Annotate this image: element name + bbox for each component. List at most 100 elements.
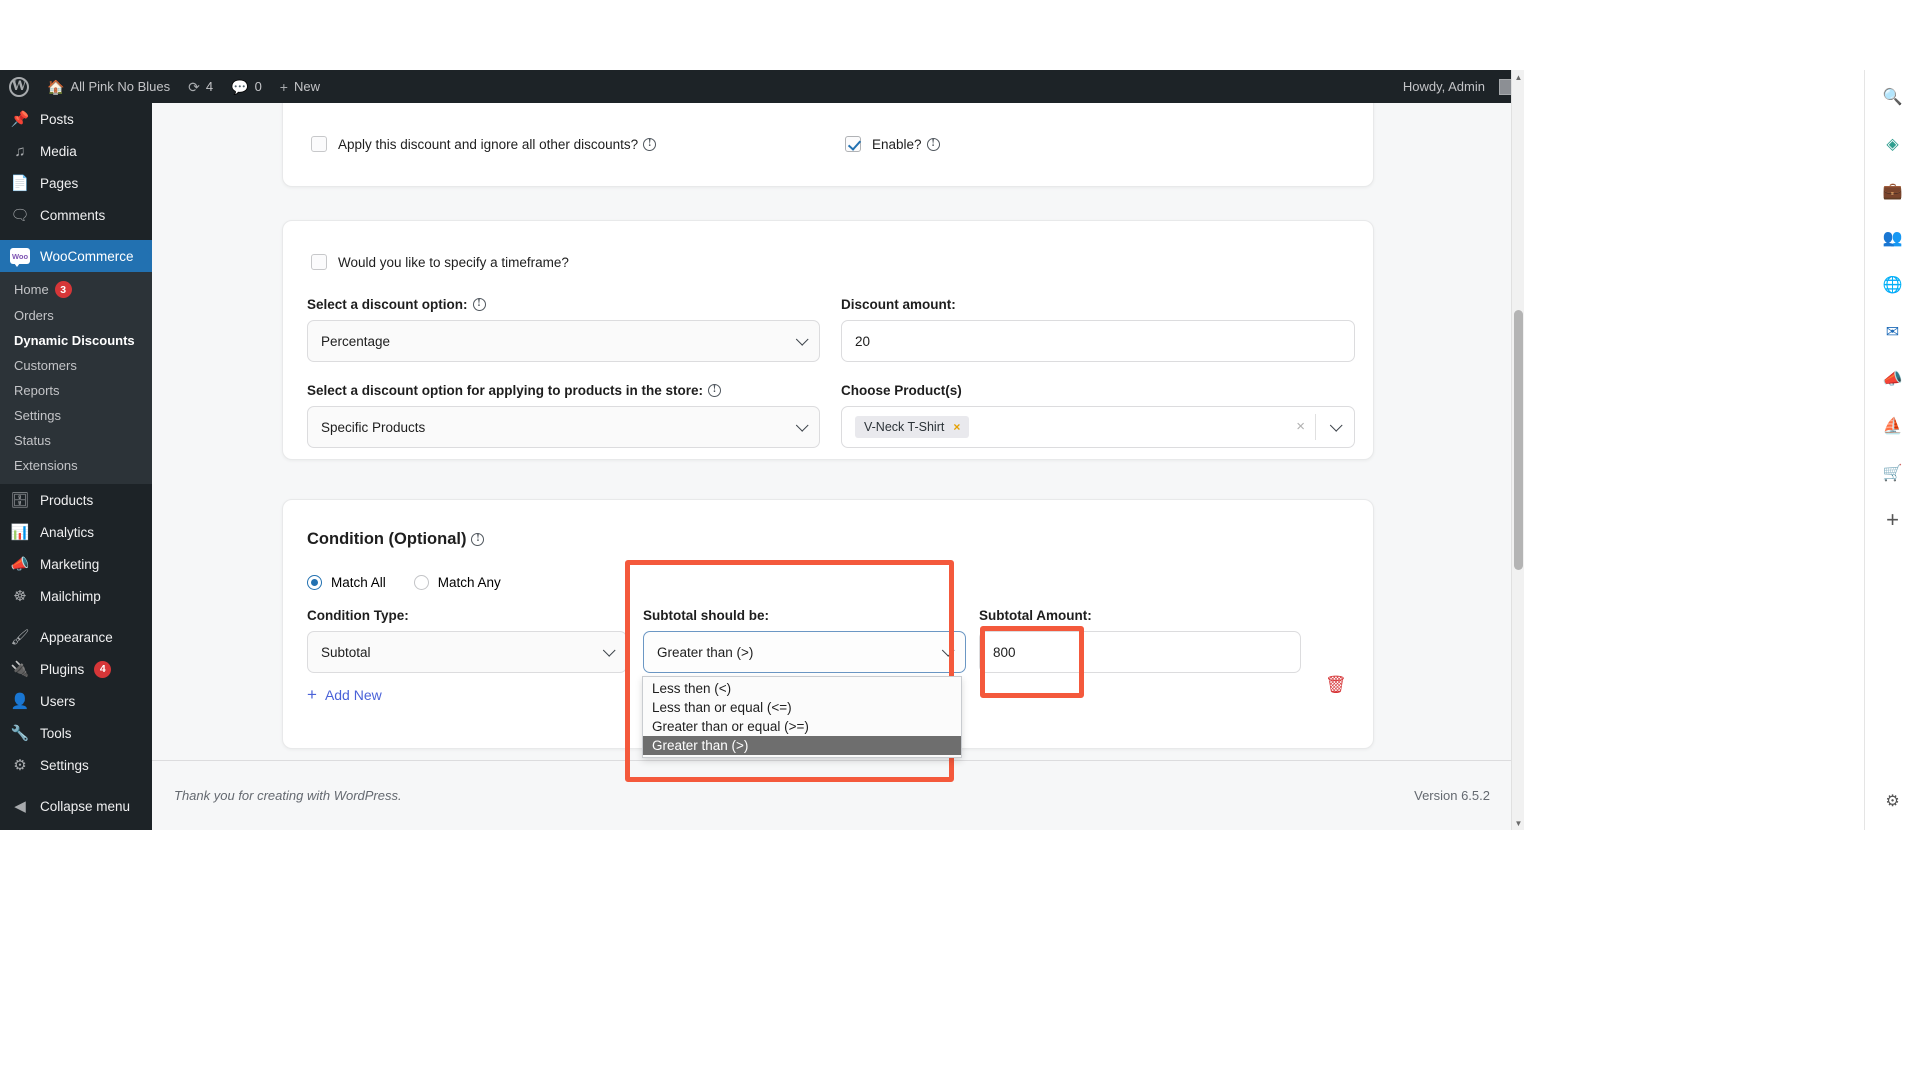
sidebar-item-products[interactable]: 🗄 Products — [0, 484, 152, 516]
scroll-up-arrow[interactable]: ▲ — [1512, 70, 1524, 84]
sidebar-item-settings[interactable]: ⚙ Settings — [0, 749, 152, 781]
timeframe-label: Would you like to specify a timeframe? — [338, 254, 569, 270]
card-discount-flags: Apply this discount and ignore all other… — [282, 103, 1374, 187]
page-scrollbar-thumb[interactable] — [1514, 310, 1523, 570]
sidebar-item-label: Users — [40, 693, 76, 709]
apply-to-select[interactable]: Specific Products — [307, 406, 820, 448]
search-icon[interactable]: 🔍 — [1878, 82, 1908, 112]
shopping-bag-icon[interactable]: 🛒 — [1878, 458, 1908, 488]
sidebar-collapse-menu[interactable]: ◀ Collapse menu — [0, 790, 152, 822]
delete-condition-icon[interactable]: 🗑 — [1325, 676, 1347, 693]
subtotal-operator-dropdown-list[interactable]: Less then (<) Less than or equal (<=) Gr… — [642, 676, 962, 758]
discount-amount-input[interactable]: 20 — [841, 320, 1355, 362]
analytics-icon: 📊 — [10, 524, 30, 541]
ignore-other-discounts-row[interactable]: Apply this discount and ignore all other… — [311, 136, 657, 152]
sidebar-item-analytics[interactable]: 📊 Analytics — [0, 516, 152, 548]
sidebar-item-pages[interactable]: 📄 Pages — [0, 167, 152, 199]
radio-match-any[interactable]: Match Any — [413, 575, 501, 590]
megaphone-icon[interactable]: 📣 — [1878, 364, 1908, 394]
sidebar-item-marketing[interactable]: 📣 Marketing — [0, 548, 152, 580]
wp-admin-bar: W 🏠 All Pink No Blues ⟳ 4 💬 0 + New Howd… — [0, 70, 1524, 103]
subtotal-operator-select[interactable]: Greater than (>) — [643, 631, 966, 673]
scroll-down-arrow[interactable]: ▼ — [1512, 816, 1524, 830]
dropdown-option[interactable]: Less than or equal (<=) — [643, 698, 961, 717]
chevron-down-icon — [604, 648, 613, 657]
dropdown-option[interactable]: Greater than or equal (>=) — [643, 717, 961, 736]
sidebar-subitem-extensions[interactable]: Extensions — [0, 453, 152, 478]
match-any-radio[interactable] — [413, 575, 429, 590]
sidebar-item-label: Pages — [40, 175, 79, 191]
ignore-other-discounts-label: Apply this discount and ignore all other… — [338, 137, 657, 152]
sidebar-subitem-settings[interactable]: Settings — [0, 403, 152, 428]
menu-separator — [0, 231, 152, 240]
browser-viewport: W 🏠 All Pink No Blues ⟳ 4 💬 0 + New Howd… — [0, 70, 1524, 830]
discount-option-select[interactable]: Percentage — [307, 320, 820, 362]
help-icon[interactable]: ! — [472, 298, 486, 311]
dropdown-option-selected[interactable]: Greater than (>) — [643, 736, 961, 755]
timeframe-checkbox[interactable] — [311, 254, 327, 270]
account-menu[interactable]: Howdy, Admin — [1394, 70, 1524, 103]
sidebar-subitem-dynamic-discounts[interactable]: Dynamic Discounts — [0, 328, 152, 353]
updates-button[interactable]: ⟳ 4 — [179, 70, 222, 103]
help-icon[interactable]: ! — [471, 533, 485, 546]
match-all-radio[interactable] — [307, 575, 322, 590]
apply-to-group: Select a discount option for applying to… — [307, 383, 820, 448]
sidebar-item-posts[interactable]: 📌 Posts — [0, 103, 152, 135]
wordpress-logo-button[interactable]: W — [0, 70, 38, 103]
updates-count: 4 — [205, 79, 214, 94]
sidebar-subitem-label: Status — [14, 433, 51, 448]
ignore-other-discounts-checkbox[interactable] — [311, 136, 327, 152]
briefcase-icon[interactable]: 💼 — [1878, 176, 1908, 206]
sidebar-item-label: Media — [40, 143, 77, 159]
enable-checkbox[interactable] — [845, 136, 861, 152]
sidebar-item-users[interactable]: 👤 Users — [0, 685, 152, 717]
subtotal-operator-label: Subtotal should be: — [643, 608, 769, 623]
subtotal-amount-input[interactable]: 800 — [979, 631, 1301, 673]
settings-gear-icon[interactable]: ⚙ — [1878, 786, 1908, 816]
sidebar-subitem-reports[interactable]: Reports — [0, 378, 152, 403]
sidebar-item-label: Plugins — [40, 661, 85, 677]
dropdown-option[interactable]: Less then (<) — [643, 679, 961, 698]
sidebar-subitem-home[interactable]: Home 3 — [0, 276, 152, 303]
help-icon[interactable]: ! — [643, 137, 657, 151]
remove-product-icon[interactable]: × — [953, 420, 960, 434]
clear-all-icon[interactable]: × — [1296, 419, 1305, 434]
timeframe-row[interactable]: Would you like to specify a timeframe? — [311, 254, 569, 270]
plugins-badge-count: 4 — [94, 660, 112, 678]
sidebar-item-label: Appearance — [40, 629, 113, 645]
add-app-icon[interactable]: + — [1878, 505, 1908, 535]
people-icon[interactable]: 👥 — [1878, 223, 1908, 253]
sidebar-item-comments[interactable]: 🗨 Comments — [0, 199, 152, 231]
enable-row[interactable]: Enable? ! — [845, 136, 940, 152]
sidebar-item-appearance[interactable]: 🖌 Appearance — [0, 621, 152, 653]
apply-to-value: Specific Products — [321, 419, 426, 435]
help-icon[interactable]: ! — [926, 137, 940, 151]
add-new-condition-button[interactable]: + Add New — [307, 686, 382, 703]
condition-type-select[interactable]: Subtotal — [307, 631, 627, 673]
subtotal-amount-group: Subtotal Amount: 800 — [979, 608, 1301, 673]
help-icon[interactable]: ! — [708, 384, 722, 397]
sidebar-subitem-customers[interactable]: Customers — [0, 353, 152, 378]
new-content-button[interactable]: + New — [271, 70, 329, 103]
sidebar-item-tools[interactable]: 🔧 Tools — [0, 717, 152, 749]
outlook-icon[interactable]: ✉ — [1878, 317, 1908, 347]
sidebar-item-plugins[interactable]: 🔌 Plugins 4 — [0, 653, 152, 685]
site-name-button[interactable]: 🏠 All Pink No Blues — [38, 70, 179, 103]
chevron-down-icon[interactable] — [1331, 423, 1340, 432]
choose-products-multiselect[interactable]: V-Neck T-Shirt × × — [841, 406, 1355, 448]
comments-button[interactable]: 💬 0 — [222, 70, 271, 103]
home-badge-count: 3 — [54, 281, 72, 298]
sidebar-subitem-status[interactable]: Status — [0, 428, 152, 453]
globe-icon[interactable]: 🌐 — [1878, 270, 1908, 300]
media-icon: ♫ — [14, 142, 26, 160]
sidebar-item-media[interactable]: ♫ Media — [0, 135, 152, 167]
footer-thanks-text: Thank you for creating with WordPress. — [174, 788, 402, 803]
page-scrollbar-track[interactable]: ▲ ▼ — [1511, 70, 1524, 830]
sidebar-item-mailchimp[interactable]: ☸ Mailchimp — [0, 580, 152, 612]
subtotal-operator-value: Greater than (>) — [657, 644, 754, 660]
diamond-icon[interactable]: ◈ — [1878, 129, 1908, 159]
sidebar-item-woocommerce[interactable]: Woo WooCommerce — [0, 240, 152, 272]
radio-match-all[interactable]: Match All — [307, 575, 386, 590]
sidebar-subitem-orders[interactable]: Orders — [0, 303, 152, 328]
boat-icon[interactable]: ⛵ — [1878, 411, 1908, 441]
